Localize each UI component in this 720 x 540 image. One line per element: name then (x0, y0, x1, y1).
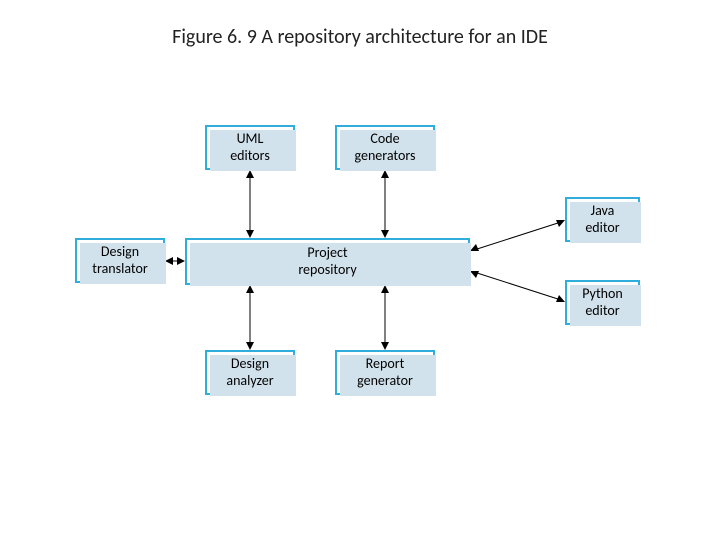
box-report-generator: Reportgenerator (335, 350, 435, 395)
box-design-translator: Designtranslator (75, 238, 165, 283)
box-project-repository: Projectrepository (185, 238, 470, 285)
box-java-editor: Javaeditor (565, 197, 640, 242)
diagram-container: UMLeditors Codegenerators Javaeditor Des… (75, 125, 665, 405)
figure-caption: Figure 6. 9 A repository architecture fo… (0, 25, 720, 49)
box-uml-editors: UMLeditors (205, 125, 295, 170)
box-code-generators: Codegenerators (335, 125, 435, 170)
box-python-editor: Pythoneditor (565, 280, 640, 325)
box-design-analyzer: Designanalyzer (205, 350, 295, 395)
